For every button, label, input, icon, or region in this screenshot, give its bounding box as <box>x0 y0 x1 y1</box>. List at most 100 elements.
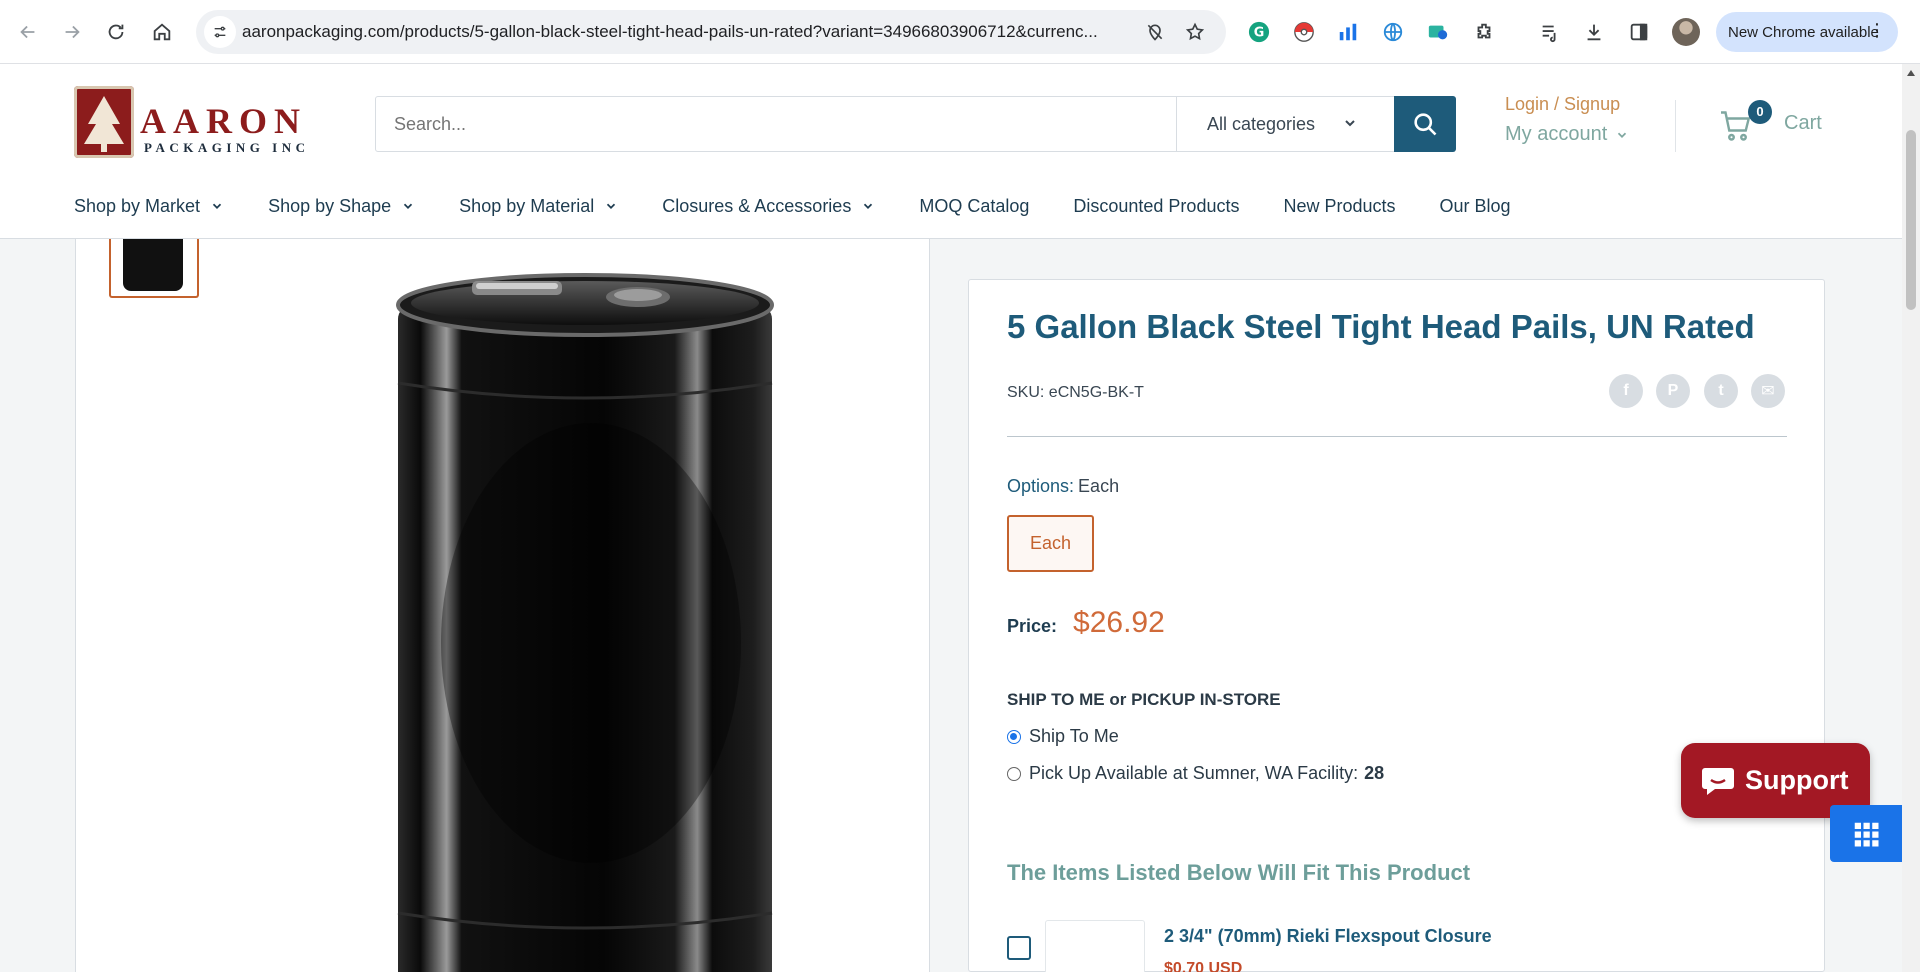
product-sku: SKU: eCN5G-BK-T <box>1007 384 1144 401</box>
location-off-icon[interactable] <box>1142 19 1168 45</box>
nav-label: Our Blog <box>1439 195 1511 216</box>
forward-icon[interactable] <box>54 14 90 50</box>
pickup-count: 28 <box>1364 763 1385 783</box>
search-bar: All categories <box>375 96 1456 152</box>
grid-icon <box>1854 822 1879 846</box>
ship-to-me-label: Ship To Me <box>1029 726 1119 746</box>
product-info-panel: 5 Gallon Black Steel Tight Head Pails, U… <box>968 279 1825 972</box>
download-icon[interactable] <box>1580 18 1608 46</box>
page-scrollbar[interactable] <box>1902 64 1920 972</box>
accessibility-widget-button[interactable] <box>1830 805 1902 862</box>
screen-capture-extension-icon[interactable] <box>1424 18 1452 46</box>
cart-label: Cart <box>1784 112 1822 134</box>
search-button[interactable] <box>1394 96 1456 152</box>
address-bar[interactable]: aaronpackaging.com/products/5-gallon-bla… <box>196 10 1226 54</box>
cart-link[interactable]: 0 Cart <box>1718 100 1828 146</box>
nav-our-blog[interactable]: Our Blog <box>1440 186 1511 226</box>
nav-label: Discounted Products <box>1073 195 1240 216</box>
twitter-glyph: t <box>1718 382 1724 399</box>
item-price: $0.70 USD <box>1164 960 1243 972</box>
my-account-label: My account <box>1505 123 1608 145</box>
product-thumbnail[interactable] <box>109 239 199 298</box>
grammarly-icon[interactable]: G <box>1245 18 1273 46</box>
extensions-puzzle-icon[interactable] <box>1470 18 1498 46</box>
thumbnail-pail-image <box>123 239 183 291</box>
nav-discounted-products[interactable]: Discounted Products <box>1073 186 1239 226</box>
pickup-option[interactable]: Pick Up Available at Sumner, WA Facility… <box>1007 763 1384 784</box>
twitter-share-icon[interactable]: t <box>1704 374 1738 408</box>
update-label: New Chrome available <box>1728 23 1879 41</box>
reload-icon[interactable] <box>98 14 134 50</box>
nav-shop-by-market[interactable]: Shop by Market <box>74 186 224 226</box>
pinterest-share-icon[interactable]: P <box>1656 374 1690 408</box>
search-icon <box>1414 113 1437 136</box>
nav-moq-catalog[interactable]: MOQ Catalog <box>919 186 1029 226</box>
new-chrome-available-button[interactable]: New Chrome available ⋮ <box>1716 12 1898 52</box>
chevron-down-icon <box>404 203 413 209</box>
bookmark-star-icon[interactable] <box>1182 19 1208 45</box>
analytics-extension-icon[interactable] <box>1334 18 1362 46</box>
home-icon[interactable] <box>144 14 180 50</box>
url-text[interactable]: aaronpackaging.com/products/5-gallon-bla… <box>242 10 1142 54</box>
nav-label: MOQ Catalog <box>919 195 1030 216</box>
chevron-down-icon <box>212 203 222 209</box>
logo-tree-icon <box>74 86 134 158</box>
product-main-image[interactable] <box>316 263 856 972</box>
svg-text:G: G <box>1254 26 1265 41</box>
email-share-icon[interactable]: ✉ <box>1751 374 1785 408</box>
side-panel-icon[interactable] <box>1625 18 1653 46</box>
compatible-items-heading: The Items Listed Below Will Fit This Pro… <box>1007 860 1471 885</box>
category-label: All categories <box>1207 113 1316 134</box>
ship-to-me-option[interactable]: Ship To Me <box>1007 726 1119 747</box>
nav-shop-by-material[interactable]: Shop by Material <box>459 186 618 226</box>
compatible-item: 2 3/4" (70mm) Rieki Flexspout Closure $0… <box>1007 920 1787 972</box>
chevron-down-icon <box>607 203 616 209</box>
nav-label: Closures & Accessories <box>662 195 852 216</box>
scroll-up-arrow-icon[interactable] <box>1907 70 1915 76</box>
login-signup-link[interactable]: Login / Signup <box>1505 94 1629 115</box>
email-glyph: ✉ <box>1761 383 1775 400</box>
black-steel-pail-image <box>396 273 774 972</box>
price-label: Price: <box>1007 616 1058 636</box>
site-info-icon[interactable] <box>204 16 236 48</box>
globe-extension-icon[interactable] <box>1379 18 1407 46</box>
options-value: Each <box>1078 476 1120 496</box>
profile-avatar[interactable] <box>1672 18 1700 46</box>
options-label: Options: Each <box>1007 476 1119 497</box>
browser-toolbar: aaronpackaging.com/products/5-gallon-bla… <box>0 0 1920 64</box>
support-label: Support <box>1745 765 1849 795</box>
item-thumbnail[interactable] <box>1045 920 1145 972</box>
facebook-glyph: f <box>1623 382 1629 399</box>
nav-shop-by-shape[interactable]: Shop by Shape <box>268 186 415 226</box>
category-select[interactable]: All categories <box>1176 97 1394 151</box>
add-item-checkbox[interactable] <box>1007 936 1031 960</box>
radio-selected[interactable] <box>1007 729 1021 744</box>
chevron-down-icon <box>1345 120 1355 127</box>
nav-closures-accessories[interactable]: Closures & Accessories <box>662 186 875 226</box>
logo-subtitle: PACKAGING INC <box>144 140 310 155</box>
shipping-heading: SHIP TO ME or PICKUP IN-STORE <box>1007 690 1281 709</box>
back-icon[interactable] <box>10 14 46 50</box>
account-area: Login / Signup My account <box>1505 94 1629 146</box>
radio-unselected[interactable] <box>1007 766 1021 781</box>
scrollbar-thumb[interactable] <box>1906 130 1916 310</box>
nav-label: Shop by Market <box>74 195 201 216</box>
my-account-menu[interactable]: My account <box>1505 123 1629 146</box>
facebook-share-icon[interactable]: f <box>1609 374 1643 408</box>
chevron-down-icon <box>1618 132 1627 138</box>
nav-label: New Products <box>1283 195 1396 216</box>
nav-new-products[interactable]: New Products <box>1283 186 1395 226</box>
product-gallery <box>75 239 930 972</box>
divider <box>1007 436 1787 437</box>
pinterest-glyph: P <box>1667 382 1679 399</box>
price-value: $26.92 <box>1073 606 1165 639</box>
options-key: Options: <box>1007 476 1075 496</box>
item-name-link[interactable]: 2 3/4" (70mm) Rieki Flexspout Closure <box>1164 926 1492 947</box>
cart-count-badge: 0 <box>1748 100 1772 124</box>
reading-list-icon[interactable] <box>1536 18 1564 46</box>
aaron-packaging-logo[interactable]: AARON PACKAGING INC <box>74 86 326 160</box>
pokeball-extension-icon[interactable] <box>1290 18 1318 46</box>
option-each-button[interactable]: Each <box>1007 515 1094 572</box>
main-navigation: Shop by Market Shop by Shape Shop by Mat… <box>74 186 1555 226</box>
search-input[interactable] <box>376 97 1176 151</box>
